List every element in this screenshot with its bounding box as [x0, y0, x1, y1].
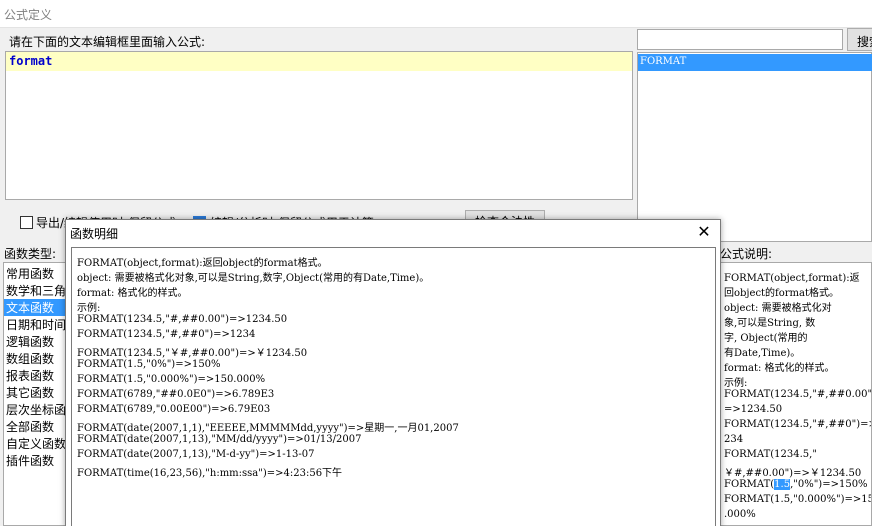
list-item[interactable]: 自定义函数 — [4, 435, 68, 452]
detail-line: FORMAT(date(2007,1,1),"EEEEE,MMMMMdd,yyy… — [77, 423, 459, 434]
description-box[interactable]: FORMAT(object,format):返 回object的format格式… — [719, 262, 872, 526]
description-line: .000% — [724, 509, 756, 520]
detail-line: FORMAT(1234.5,"￥#,##0.00")=>￥1234.50 — [77, 348, 308, 359]
list-item[interactable]: 全部函数 — [4, 418, 68, 435]
dialog-title-bar: 函数明细 ✕ — [66, 220, 720, 245]
selected-text: 1.5 — [774, 479, 791, 490]
close-icon[interactable]: ✕ — [694, 223, 714, 241]
description-line: FORMAT(1234.5,"#,##0.00") — [724, 389, 872, 400]
description-line: FORMAT(object,format):返 — [724, 273, 860, 284]
detail-line: FORMAT(6789,"0.00E00")=>6.79E03 — [77, 404, 271, 415]
description-line: 示例: — [724, 378, 748, 389]
detail-line: object: 需要被格式化对象,可以是String,数字,Object(常用的… — [77, 273, 430, 284]
search-result-list[interactable]: FORMAT — [637, 52, 872, 242]
description-line: 字, Object(常用的 — [724, 333, 808, 344]
function-detail-dialog: 函数明细 ✕ FORMAT(object,format):返回object的fo… — [65, 219, 721, 526]
keep-formula-export-checkbox[interactable] — [20, 216, 33, 229]
detail-line: FORMAT(object,format):返回object的format格式。 — [77, 258, 328, 269]
list-item[interactable]: FORMAT — [638, 54, 872, 71]
editor-current-line: format — [6, 52, 632, 71]
list-item[interactable]: 层次坐标函 — [4, 401, 68, 418]
description-line: 有Date,Time)。 — [724, 348, 801, 359]
detail-line: FORMAT(6789,"##0.0E0")=>6.789E3 — [77, 389, 275, 400]
dialog-title: 函数明细 — [70, 227, 119, 241]
detail-line: FORMAT(1234.5,"#,##0.00")=>1234.50 — [77, 314, 288, 325]
description-line: 回object的format格式。 — [724, 288, 840, 299]
description-line: FORMAT(1.5,"0.000%")=>150 — [724, 494, 872, 505]
list-item[interactable]: 其它函数 — [4, 384, 68, 401]
list-item[interactable]: 数组函数 — [4, 350, 68, 367]
editor-prompt: 请在下面的文本编辑框里面输入公式: — [9, 35, 206, 49]
description-line: FORMAT(1234.5," — [724, 449, 817, 460]
detail-line: 示例: — [77, 303, 101, 314]
detail-line: FORMAT(date(2007,1,13),"MM/dd/yyyy")=>01… — [77, 434, 362, 445]
list-item[interactable]: 报表函数 — [4, 367, 68, 384]
search-input[interactable] — [637, 29, 843, 50]
list-item[interactable]: 插件函数 — [4, 452, 68, 469]
function-type-label: 函数类型: — [4, 247, 57, 261]
description-line: FORMAT(1234.5,"#,##0")=>1 — [724, 419, 872, 430]
description-line: ￥#,##0.00")=>￥1234.50 — [724, 468, 862, 479]
list-item[interactable]: 数学和三角 — [4, 282, 68, 299]
list-item[interactable]: 文本函数 — [4, 299, 68, 316]
description-line: 234 — [724, 434, 744, 445]
description-line: =>1234.50 — [724, 404, 783, 415]
list-item[interactable]: 逻辑函数 — [4, 333, 68, 350]
detail-line: FORMAT(1234.5,"#,##0")=>1234 — [77, 329, 256, 340]
function-type-list[interactable]: 常用函数 数学和三角 文本函数 日期和时间 逻辑函数 数组函数 报表函数 其它函… — [3, 262, 69, 526]
description-line: format: 格式化的样式。 — [724, 363, 835, 374]
editor-text: format — [9, 54, 53, 68]
list-item[interactable]: 日期和时间 — [4, 316, 68, 333]
description-label: 公式说明: — [720, 247, 773, 261]
description-line: FORMAT(1.5,"0%")=>150% — [724, 479, 868, 490]
detail-line: format: 格式化的样式。 — [77, 288, 188, 299]
formula-editor[interactable]: format — [5, 51, 633, 200]
window-title: 公式定义 — [4, 8, 53, 22]
function-detail-text[interactable]: FORMAT(object,format):返回object的format格式。… — [71, 247, 716, 526]
detail-line: FORMAT(1.5,"0%")=>150% — [77, 359, 221, 370]
window-title-bar: 公式定义 — [0, 0, 872, 28]
description-line: 象,可以是String, 数 — [724, 318, 816, 329]
detail-line: FORMAT(time(16,23,56),"h:mm:ssa")=>4:23:… — [77, 468, 343, 479]
list-item-label: FORMAT — [640, 56, 687, 67]
list-item[interactable]: 常用函数 — [4, 265, 68, 282]
detail-line: FORMAT(1.5,"0.000%")=>150.000% — [77, 374, 266, 385]
search-button-label: 搜索 — [857, 35, 872, 49]
search-button[interactable]: 搜索 — [847, 28, 872, 51]
detail-line: FORMAT(date(2007,1,13),"M-d-yy")=>1-13-0… — [77, 449, 315, 460]
description-line: object: 需要被格式化对 — [724, 303, 832, 314]
